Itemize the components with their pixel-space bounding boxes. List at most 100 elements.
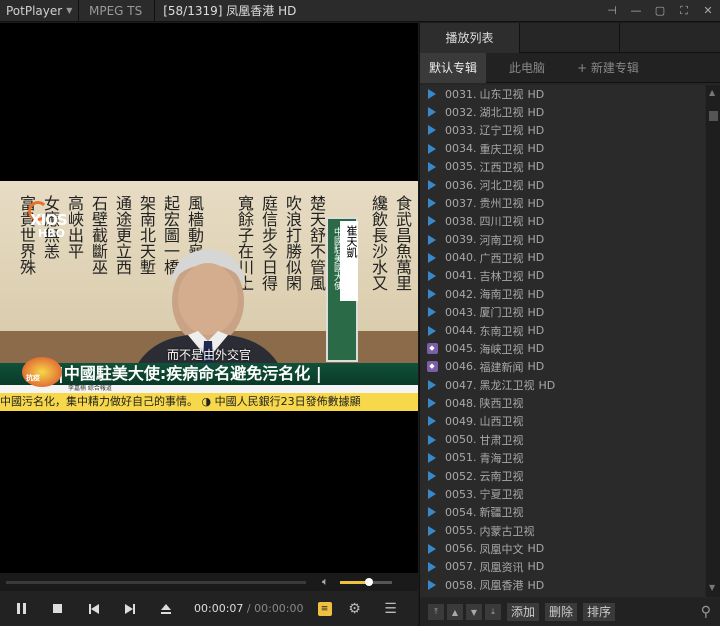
playlist-item[interactable]: 0047. 黑龙江卫视 HD — [420, 376, 705, 394]
play-icon — [426, 452, 438, 464]
move-bottom-icon[interactable]: ⤓ — [485, 604, 501, 620]
item-name: 宁夏卫视 — [479, 488, 524, 502]
playlist-item[interactable]: 0052. 云南卫视 — [420, 467, 705, 485]
current-time: 00:00:07 — [194, 602, 244, 615]
item-number: 0057. — [445, 560, 477, 574]
playlist-item[interactable]: 0054. 新疆卫视 — [420, 503, 705, 521]
eject-button[interactable] — [148, 591, 184, 626]
playlist-item[interactable]: 0057. 凤凰资讯 HD — [420, 558, 705, 576]
item-hd-tag: HD — [527, 324, 545, 338]
video-area[interactable]: 富貴世界殊 女應無恙 高峽出平 石壁截斷巫 通途更立西 架南北天塹 起宏圖一橋 … — [0, 23, 418, 573]
playlist-item[interactable]: 0055. 内蒙古卫视 — [420, 522, 705, 540]
nameplate-name-text: 崔天凱 — [345, 225, 358, 258]
add-button[interactable]: 添加 — [507, 603, 540, 621]
move-top-icon[interactable]: ⤒ — [428, 604, 444, 620]
item-number: 0042. — [445, 287, 477, 301]
search-icon[interactable]: ⚲ — [701, 604, 711, 620]
item-number: 0054. — [445, 505, 477, 519]
scroll-down-icon[interactable]: ▼ — [709, 583, 715, 592]
play-icon — [426, 106, 438, 118]
eject-icon — [161, 603, 171, 614]
playlist-item[interactable]: 0044. 东南卫视 HD — [420, 321, 705, 339]
maximize-button[interactable]: ▢ — [648, 0, 672, 22]
stream-box-icon: ◆ — [426, 343, 438, 355]
triangle-glyph — [428, 216, 436, 227]
playlist-item[interactable]: 0033. 辽宁卫视 HD — [420, 121, 705, 139]
playlist-item[interactable]: 0058. 凤凰香港 HD — [420, 576, 705, 594]
move-down-icon[interactable]: ▼ — [466, 604, 482, 620]
playlist-item[interactable]: 0031. 山东卫视 HD — [420, 85, 705, 103]
playlist-item[interactable]: 0051. 青海卫视 — [420, 449, 705, 467]
fullscreen-button[interactable]: ⛶ — [672, 0, 696, 22]
previous-button[interactable] — [76, 591, 112, 626]
triangle-glyph — [428, 325, 436, 336]
playlist-item[interactable]: 0048. 陕西卫视 — [420, 394, 705, 412]
scroll-up-icon[interactable]: ▲ — [709, 88, 715, 97]
delete-button[interactable]: 删除 — [545, 603, 578, 621]
box-glyph: ◆ — [426, 343, 438, 355]
sort-button[interactable]: 排序 — [583, 603, 616, 621]
item-hd-tag: HD — [527, 87, 545, 101]
pin-icon[interactable]: ⊣ — [600, 0, 624, 22]
item-number: 0044. — [445, 324, 477, 338]
playlist-item[interactable]: 0043. 厦门卫视 HD — [420, 303, 705, 321]
triangle-glyph — [428, 543, 436, 554]
scrollbar[interactable]: ▲ ▼ — [706, 85, 720, 597]
play-icon — [426, 234, 438, 246]
item-name: 广西卫视 — [479, 251, 524, 265]
seek-bar[interactable] — [6, 581, 306, 584]
logo-text-bottom: HBO — [38, 227, 65, 240]
box-glyph: ◆ — [426, 361, 438, 373]
tab-empty[interactable] — [520, 23, 620, 52]
playlist-item[interactable]: 0036. 河北卫视 HD — [420, 176, 705, 194]
triangle-glyph — [428, 307, 436, 318]
playlist-item[interactable]: ◆ 0046. 福建新闻 HD — [420, 358, 705, 376]
play-icon — [426, 252, 438, 264]
volume-slider[interactable] — [340, 578, 392, 586]
triangle-glyph — [428, 143, 436, 154]
playlist-item[interactable]: 0040. 广西卫视 HD — [420, 249, 705, 267]
playlist-item[interactable]: 0050. 甘肃卫视 — [420, 431, 705, 449]
pause-button[interactable] — [4, 591, 40, 626]
close-button[interactable]: ✕ — [696, 0, 720, 22]
control-bar: 00:00:07 / 00:00:00 ≡ ⚙ ☰ — [0, 591, 418, 626]
volume-knob[interactable] — [364, 578, 373, 586]
tab-playlist[interactable]: 播放列表 — [420, 23, 520, 53]
tab-this-pc[interactable]: 此电脑 — [486, 53, 568, 83]
minimize-button[interactable]: — — [624, 0, 648, 22]
play-icon — [426, 288, 438, 300]
playlist-item[interactable]: ◆ 0045. 海峡卫视 HD — [420, 340, 705, 358]
playlist-item[interactable]: 0056. 凤凰中文 HD — [420, 540, 705, 558]
menu-icon[interactable]: ☰ — [376, 591, 406, 626]
scroll-thumb[interactable] — [709, 111, 718, 121]
lower-third-bar: |中國駐美大使:疾病命名避免污名化 | — [0, 363, 418, 385]
triangle-glyph — [428, 489, 436, 500]
item-name: 东南卫视 — [479, 324, 524, 338]
playlist-item[interactable]: 0053. 宁夏卫视 — [420, 485, 705, 503]
play-icon — [426, 124, 438, 136]
next-button[interactable] — [112, 591, 148, 626]
playlist-item[interactable]: 0034. 重庆卫视 HD — [420, 140, 705, 158]
tab-new-album[interactable]: + 新建专辑 — [568, 53, 648, 83]
playlist-item[interactable]: 0041. 吉林卫视 HD — [420, 267, 705, 285]
playlist-item[interactable]: 0049. 山西卫视 — [420, 412, 705, 430]
playlist-item[interactable]: 0042. 海南卫视 HD — [420, 285, 705, 303]
playlist-item[interactable]: 0032. 湖北卫视 HD — [420, 103, 705, 121]
app-menu-button[interactable]: PotPlayer ▼ — [0, 4, 78, 18]
item-hd-tag: HD — [527, 142, 545, 156]
stop-button[interactable] — [40, 591, 76, 626]
speaker-icon[interactable]: 🔈︎ — [322, 575, 329, 589]
tab-default-album[interactable]: 默认专辑 — [420, 53, 486, 83]
triangle-glyph — [428, 398, 436, 409]
badge-text: 抗疫 — [26, 374, 40, 382]
triangle-glyph — [428, 270, 436, 281]
playlist-item[interactable]: 0039. 河南卫视 HD — [420, 231, 705, 249]
playlist-item[interactable]: 0038. 四川卫视 HD — [420, 212, 705, 230]
playlist-item[interactable]: 0037. 贵州卫视 HD — [420, 194, 705, 212]
triangle-glyph — [428, 161, 436, 172]
play-icon — [426, 397, 438, 409]
move-up-icon[interactable]: ▲ — [447, 604, 463, 620]
playlist-toggle-icon[interactable]: ≡ — [317, 601, 332, 616]
settings-gear-icon[interactable]: ⚙ — [340, 591, 370, 626]
playlist-item[interactable]: 0035. 江西卫视 HD — [420, 158, 705, 176]
